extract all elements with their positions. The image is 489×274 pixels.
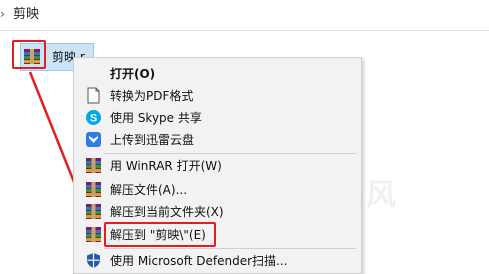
menu-item-open[interactable]: 打开(O) bbox=[75, 63, 360, 85]
menu-item-open-winrar[interactable]: 用 WinRAR 打开(W) bbox=[75, 155, 360, 177]
menu-item-label: 使用 Microsoft Defender扫描... bbox=[110, 254, 288, 268]
winrar-icon bbox=[86, 158, 101, 173]
menu-item-label: 使用 Skype 共享 bbox=[110, 111, 202, 125]
svg-text:S: S bbox=[90, 113, 97, 125]
menu-item-label: 打开(O) bbox=[110, 67, 156, 81]
file-highlight-box bbox=[12, 40, 46, 69]
menu-item-convert-pdf[interactable]: 转换为PDF格式 bbox=[75, 85, 360, 107]
winrar-icon bbox=[86, 204, 101, 219]
menu-item-label: 转换为PDF格式 bbox=[110, 89, 194, 103]
address-bar: › 剪映 bbox=[0, 0, 489, 31]
pdf-document-icon bbox=[87, 87, 100, 104]
menu-item-label: 上传到迅雷云盘 bbox=[110, 133, 195, 147]
defender-shield-icon bbox=[87, 253, 100, 268]
menu-item-label: 解压文件(A)... bbox=[110, 183, 188, 197]
chevron-right-icon[interactable]: › bbox=[0, 6, 8, 22]
menu-item-skype-share[interactable]: S 使用 Skype 共享 bbox=[75, 107, 360, 129]
menu-separator bbox=[104, 153, 356, 154]
menu-item-label: 用 WinRAR 打开(W) bbox=[110, 159, 222, 173]
menu-separator bbox=[104, 248, 356, 249]
menu-item-extract-files[interactable]: 解压文件(A)... bbox=[75, 179, 360, 201]
menu-item-highlight-box bbox=[104, 222, 216, 247]
winrar-icon bbox=[86, 182, 101, 197]
xunlei-cloud-icon bbox=[86, 132, 101, 147]
winrar-icon bbox=[86, 227, 101, 242]
menu-item-label: 解压到当前文件夹(X) bbox=[110, 205, 224, 219]
skype-icon: S bbox=[86, 110, 101, 125]
breadcrumb-folder[interactable]: 剪映 bbox=[13, 7, 39, 23]
menu-item-upload-xunlei[interactable]: 上传到迅雷云盘 bbox=[75, 129, 360, 151]
menu-item-defender-scan[interactable]: 使用 Microsoft Defender扫描... bbox=[75, 250, 360, 272]
menu-item-extract-here[interactable]: 解压到当前文件夹(X) bbox=[75, 201, 360, 223]
